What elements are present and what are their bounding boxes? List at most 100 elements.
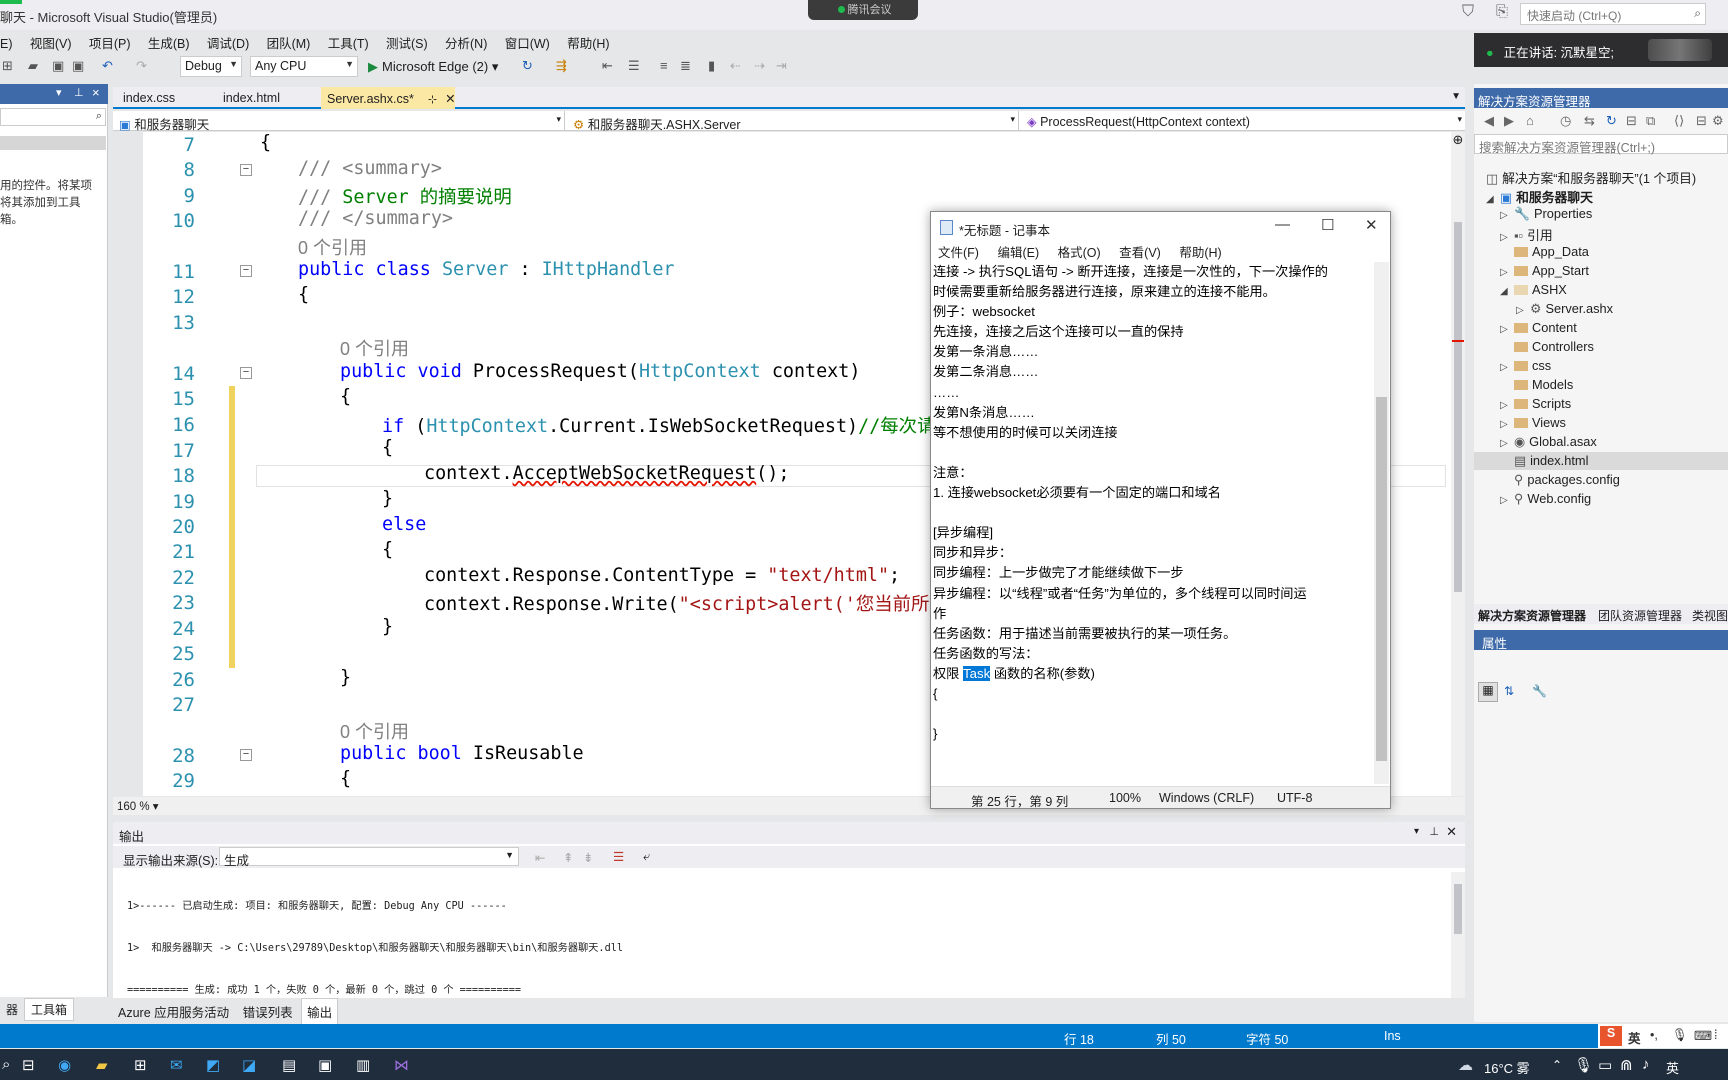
scroll-thumb[interactable] — [1454, 884, 1462, 934]
app-icon[interactable]: ▥ — [356, 1056, 370, 1074]
collapse-all-icon[interactable]: ⊟ — [1626, 113, 1637, 129]
clear-bookmark-icon[interactable]: ⇥ — [776, 58, 787, 74]
tree-item-app-start[interactable]: ▷ App_Start — [1500, 263, 1589, 278]
home-icon[interactable]: ⌂ — [1526, 113, 1534, 128]
back-icon[interactable]: ◀ — [1484, 113, 1494, 129]
scroll-thumb[interactable] — [1376, 397, 1387, 761]
tree-item-views[interactable]: ▷ Views — [1500, 415, 1566, 430]
edge-icon[interactable]: ◉ — [58, 1056, 71, 1074]
show-all-icon[interactable]: ⧉ — [1646, 113, 1655, 129]
weather-text[interactable]: 16°C 雾 — [1484, 1058, 1530, 1077]
notepad-text-area[interactable]: 连接 -> 执行SQL语句 -> 断开连接，连接是一次性的，下一次操作的 时候需… — [933, 262, 1373, 782]
refresh-icon[interactable]: ↻ — [1606, 113, 1617, 129]
app-icon[interactable]: ▣ — [318, 1056, 332, 1074]
menu-view[interactable]: 视图(V) — [30, 30, 80, 52]
tree-project[interactable]: ◢ ▣ 和服务器聊天 — [1486, 187, 1593, 206]
next-message-icon[interactable]: ⇟ — [583, 850, 593, 865]
new-item-icon[interactable]: ⊞ — [2, 58, 13, 74]
maximize-icon[interactable]: ☐ — [1321, 216, 1334, 234]
tree-item-global-asax[interactable]: ▷ ◉ Global.asax — [1500, 434, 1597, 450]
collapse-icon[interactable]: − — [240, 265, 252, 277]
tab-solution-explorer[interactable]: 解决方案资源管理器 — [1478, 607, 1586, 624]
tab-error-list[interactable]: 错误列表 — [238, 999, 298, 1024]
menu-format[interactable]: 格式(O) — [1058, 242, 1101, 261]
close-icon[interactable]: × — [92, 85, 100, 100]
refresh-icon[interactable]: ↻ — [522, 58, 533, 74]
menu-test[interactable]: 测试(S) — [386, 30, 436, 52]
menu-team[interactable]: 团队(M) — [267, 30, 319, 52]
menu-build[interactable]: 生成(B) — [148, 30, 198, 52]
bookmark-icon[interactable]: ▮ — [708, 58, 715, 74]
code-lens-references[interactable]: 0 个引用 — [298, 234, 367, 260]
notepad-scrollbar[interactable] — [1374, 262, 1389, 784]
filter-icon[interactable]: ⛉ — [1462, 3, 1474, 21]
scroll-thumb[interactable] — [1454, 222, 1462, 592]
tree-item-packages-config[interactable]: ⚲ packages.config — [1514, 472, 1620, 488]
menu-help[interactable]: 帮助(H) — [1179, 242, 1221, 261]
input-language[interactable]: 英 — [1666, 1058, 1679, 1077]
mail-icon[interactable]: ✉ — [170, 1056, 183, 1074]
file-explorer-icon[interactable]: ▰ — [96, 1056, 108, 1074]
code-lens-references[interactable]: 0 个引用 — [340, 718, 409, 744]
tree-item-web-config[interactable]: ▷ ⚲ Web.config — [1500, 491, 1591, 507]
save-all-icon[interactable]: ▣ — [72, 58, 84, 74]
quick-launch-input[interactable]: 快速启动 (Ctrl+Q) ⌕ — [1520, 3, 1706, 25]
open-folder-icon[interactable]: ▰ — [28, 58, 38, 74]
pin-icon[interactable]: ⊹ — [428, 94, 437, 106]
next-bookmark-icon[interactable]: ⇢ — [754, 58, 765, 74]
tab-list-icon[interactable]: ▼ — [1451, 91, 1461, 102]
browser-link-icon[interactable]: ⇶ — [556, 58, 567, 74]
redo-icon[interactable]: ↷ — [136, 58, 147, 74]
minimize-icon[interactable]: — — [1275, 216, 1290, 233]
close-icon[interactable]: ✕ — [1365, 216, 1378, 234]
split-icon[interactable]: ⊕ — [1451, 132, 1465, 150]
tree-item-index-html[interactable]: ▤ index.html — [1514, 453, 1588, 469]
menu-tools[interactable]: 工具(T) — [328, 30, 377, 52]
tree-item-properties[interactable]: ▷ 🔧 Properties — [1500, 206, 1592, 222]
tab-server-explorer[interactable]: 器 — [0, 999, 24, 1020]
editor-vertical-scrollbar[interactable]: ⊕ — [1451, 132, 1465, 796]
config-select[interactable]: Debug ▼ — [180, 56, 242, 77]
notepad-icon[interactable]: ▤ — [282, 1056, 296, 1074]
tab-server-ashx-cs[interactable]: Server.ashx.cs* ⊹ ✕ — [321, 87, 456, 109]
toolbox-search[interactable]: ⌕ — [0, 108, 106, 126]
tab-azure-activity[interactable]: Azure 应用服务活动 — [113, 999, 234, 1024]
platform-select[interactable]: Any CPU ▼ — [250, 56, 358, 77]
tab-index-css[interactable]: index.css — [117, 87, 181, 109]
menu-debug[interactable]: 调试(D) — [207, 30, 257, 52]
prev-bookmark-icon[interactable]: ⇠ — [730, 58, 741, 74]
forward-icon[interactable]: ▶ — [1504, 113, 1514, 129]
output-source-select[interactable]: 生成 ▼ — [219, 847, 519, 868]
member-dropdown[interactable]: ◈ ProcessRequest(HttpContext context) ▾ — [1021, 111, 1465, 131]
menu-analyze[interactable]: 分析(N) — [445, 30, 495, 52]
find-message-icon[interactable]: ⇤ — [535, 850, 545, 865]
tree-item-ashx[interactable]: ◢ ASHX — [1500, 282, 1567, 297]
pin-icon[interactable]: ⊥ — [74, 86, 84, 99]
app-icon[interactable]: ◩ — [206, 1056, 220, 1074]
dropdown-icon[interactable]: ▾ — [56, 86, 62, 99]
output-scrollbar[interactable] — [1451, 872, 1465, 998]
network-icon[interactable]: ⋒ — [1620, 1056, 1633, 1074]
zoom-level[interactable]: 160 % ▾ — [117, 799, 159, 813]
tree-item-controllers[interactable]: Controllers — [1514, 339, 1594, 354]
close-icon[interactable]: ✕ — [1446, 824, 1457, 840]
code-view-icon[interactable]: ⟨⟩ — [1674, 113, 1684, 129]
search-icon[interactable]: ⌕ — [2, 1056, 10, 1073]
prev-message-icon[interactable]: ⇞ — [563, 850, 573, 865]
tree-item-scripts[interactable]: ▷ Scripts — [1500, 396, 1571, 411]
tab-class-view[interactable]: 类视图 — [1692, 607, 1728, 624]
sync-icon[interactable]: ⇆ — [1584, 113, 1595, 129]
close-icon[interactable]: ✕ — [445, 92, 455, 106]
menu-project[interactable]: 项目(P) — [89, 30, 139, 52]
collapse-icon[interactable]: − — [240, 164, 252, 176]
tree-item-server-ashx[interactable]: ▷ ⚙ Server.ashx — [1516, 301, 1613, 317]
task-view-icon[interactable]: ⊟ — [22, 1056, 35, 1074]
properties-icon[interactable]: ⚙ — [1712, 113, 1724, 129]
project-dropdown[interactable]: ▣ 和服务器聊天 ▾ — [113, 111, 565, 132]
tencent-meeting-icon[interactable]: ◪ — [242, 1056, 256, 1074]
visual-studio-icon[interactable]: ⋈ — [394, 1056, 409, 1074]
clear-all-icon[interactable]: ☰ — [613, 849, 624, 864]
uncomment-icon[interactable]: ≣ — [680, 58, 691, 74]
menu-help[interactable]: 帮助(H) — [567, 30, 617, 52]
chevron-up-icon[interactable]: ⌃ — [1552, 1058, 1562, 1072]
